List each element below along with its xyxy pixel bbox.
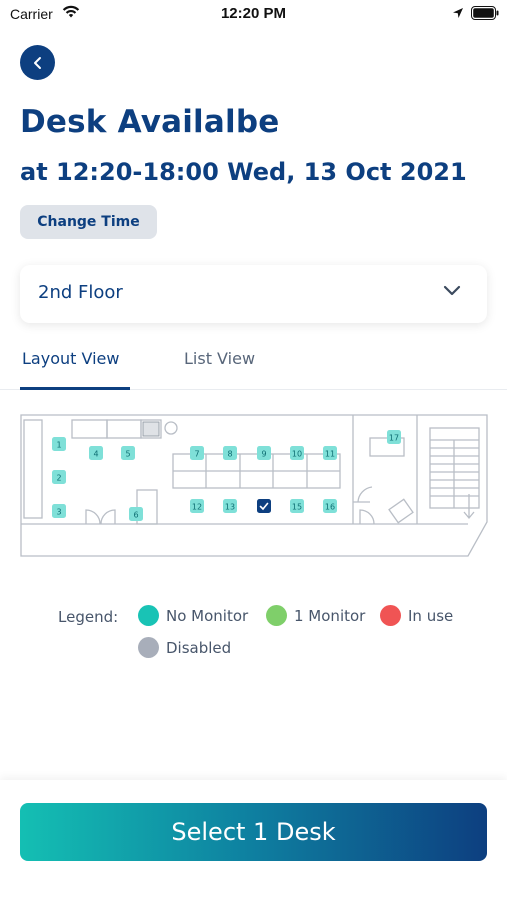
battery-icon [471, 6, 499, 20]
desk-number: 10 [292, 450, 302, 459]
desk-6[interactable]: 6 [129, 507, 143, 521]
desk-number: 11 [325, 450, 335, 459]
booking-time-range: at 12:20-18:00 Wed, 13 Oct 2021 [20, 158, 467, 186]
legend-item-disabled: Disabled [138, 637, 231, 658]
legend-dot-1-monitor [266, 605, 287, 626]
page-title: Desk Availalbe [20, 104, 280, 140]
desk-14[interactable] [257, 499, 271, 513]
legend: Legend: No Monitor 1 Monitor In use Disa… [58, 605, 498, 665]
legend-item-no-monitor: No Monitor [138, 605, 248, 626]
legend-item-in-use: In use [380, 605, 453, 626]
legend-label: 1 Monitor [294, 606, 366, 625]
desk-10[interactable]: 10 [290, 446, 304, 460]
desk-9[interactable]: 9 [257, 446, 271, 460]
status-time: 12:20 PM [220, 5, 287, 22]
legend-title: Legend: [58, 608, 119, 626]
chevron-left-icon [33, 56, 41, 69]
desk-number: 12 [192, 503, 202, 512]
desk-number: 17 [389, 434, 399, 443]
desk-12[interactable]: 12 [190, 499, 204, 513]
desk-16[interactable]: 16 [323, 499, 337, 513]
desk-number: 2 [56, 474, 61, 483]
legend-label: No Monitor [166, 606, 249, 625]
desk-marker [257, 499, 271, 513]
desk-number: 1 [56, 441, 61, 450]
desk-1[interactable]: 1 [52, 437, 66, 451]
desk-8[interactable]: 8 [223, 446, 237, 460]
view-tabs: Layout View List View [0, 340, 507, 390]
desk-number: 15 [292, 503, 302, 512]
tab-layout-view[interactable]: Layout View [22, 349, 119, 368]
desk-11[interactable]: 11 [323, 446, 337, 460]
legend-dot-no-monitor [138, 605, 159, 626]
desk-number: 8 [227, 450, 232, 459]
active-tab-indicator [20, 387, 130, 390]
desk-4[interactable]: 4 [89, 446, 103, 460]
desk-3[interactable]: 3 [52, 504, 66, 518]
floor-selected-value: 2nd Floor [38, 282, 123, 303]
select-desk-button[interactable]: Select 1 Desk [20, 803, 487, 861]
legend-dot-in-use [380, 605, 401, 626]
desk-markers: 1234 567 8 9 10 1112 13 15 1617 [52, 430, 401, 521]
location-arrow-icon [453, 8, 463, 18]
desk-number: 6 [133, 511, 138, 520]
floor-plan: 1234 567 8 9 10 1112 13 15 1617 [20, 414, 488, 557]
desk-13[interactable]: 13 [223, 499, 237, 513]
desk-2[interactable]: 2 [52, 470, 66, 484]
tab-list-view[interactable]: List View [184, 349, 255, 368]
desk-number: 5 [125, 450, 130, 459]
chevron-down-icon [443, 285, 461, 296]
desk-number: 16 [325, 503, 335, 512]
legend-label: Disabled [166, 638, 232, 657]
legend-label: In use [408, 606, 454, 625]
floor-dropdown[interactable]: 2nd Floor [20, 265, 487, 323]
legend-dot-disabled [138, 637, 159, 658]
back-button[interactable] [20, 45, 55, 80]
desk-number: 3 [56, 508, 61, 517]
desk-5[interactable]: 5 [121, 446, 135, 460]
desk-number: 13 [225, 503, 235, 512]
desk-number: 9 [261, 450, 266, 459]
legend-item-1-monitor: 1 Monitor [266, 605, 365, 626]
desk-number: 4 [93, 450, 98, 459]
change-time-button[interactable]: Change Time [20, 205, 157, 239]
desk-7[interactable]: 7 [190, 446, 204, 460]
desk-17[interactable]: 17 [387, 430, 401, 444]
desk-number: 7 [194, 450, 199, 459]
desk-15[interactable]: 15 [290, 499, 304, 513]
status-bar: Carrier 12:20 PM [0, 0, 507, 30]
